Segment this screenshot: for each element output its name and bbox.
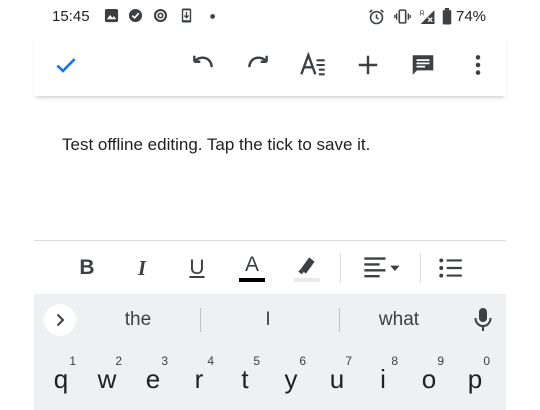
phone-download-icon [179, 8, 195, 24]
key-e[interactable]: 3 e [130, 346, 176, 410]
key-q[interactable]: 1 q [38, 346, 84, 410]
key-u[interactable]: 7 u [314, 346, 360, 410]
align-left-icon[interactable] [362, 253, 402, 283]
underline-button[interactable]: U [182, 253, 212, 283]
check-icon[interactable] [52, 51, 80, 79]
italic-label: I [137, 255, 147, 280]
key-r[interactable]: 4 r [176, 346, 222, 410]
microphone-icon[interactable] [472, 306, 494, 334]
italic-button[interactable]: I [127, 253, 157, 283]
suggestion-word[interactable]: the [93, 309, 183, 331]
suggestion-word[interactable]: what [354, 309, 444, 331]
cast-icon [153, 8, 169, 24]
vibrate-icon [394, 8, 411, 24]
chevron-right-icon [56, 313, 65, 327]
key-letter: t [241, 364, 249, 394]
battery-icon [441, 8, 457, 25]
key-letter: r [194, 364, 204, 394]
suggestion-word[interactable]: I [223, 309, 313, 331]
highlight-swatch [294, 278, 320, 282]
add-icon[interactable] [354, 51, 382, 79]
key-i[interactable]: 8 i [360, 346, 406, 410]
format-bar: B I U A [34, 240, 506, 294]
svg-text:R: R [420, 10, 425, 17]
highlight-icon[interactable] [292, 253, 322, 283]
key-w[interactable]: 2 w [84, 346, 130, 410]
key-letter: o [421, 364, 437, 394]
underline-label: U [189, 256, 205, 279]
format-divider [340, 253, 341, 283]
status-time: 15:45 [52, 8, 90, 25]
bold-button[interactable]: B [72, 253, 102, 283]
key-letter: p [467, 364, 483, 394]
bold-label: B [79, 256, 95, 279]
expand-suggestions-button[interactable] [44, 304, 76, 336]
key-y[interactable]: 6 y [268, 346, 314, 410]
keyboard: 1 q 2 w 3 e 4 r 5 t 6 y 7 u 8 i 9 o 0 p [34, 346, 506, 410]
suggestion-divider [339, 308, 340, 332]
battery-percent: 74% [456, 8, 487, 25]
text-color-label: A [244, 253, 259, 276]
key-letter: e [145, 364, 161, 394]
key-letter: q [53, 364, 69, 394]
document-body-text[interactable]: Test offline editing. Tap the tick to sa… [62, 135, 370, 155]
signal-icon: R [418, 8, 435, 24]
comment-icon[interactable] [409, 51, 437, 79]
text-color-button[interactable]: A [237, 253, 267, 283]
text-color-swatch [239, 278, 265, 282]
image-icon [104, 8, 120, 24]
suggestion-divider [200, 308, 201, 332]
suggestion-strip: the I what [34, 294, 506, 346]
key-o[interactable]: 9 o [406, 346, 452, 410]
redo-icon[interactable] [244, 51, 272, 79]
editor-toolbar [34, 34, 506, 96]
alarm-icon [368, 8, 384, 25]
key-letter: w [97, 364, 117, 394]
check-circle-icon [128, 8, 144, 24]
bulleted-list-icon[interactable] [436, 253, 466, 283]
key-letter: u [329, 364, 345, 394]
key-t[interactable]: 5 t [222, 346, 268, 410]
status-bar: 15:45 R 74% [0, 0, 540, 34]
key-p[interactable]: 0 p [452, 346, 498, 410]
key-letter: y [284, 364, 298, 394]
key-letter: i [380, 364, 386, 394]
undo-icon[interactable] [189, 51, 217, 79]
text-format-icon[interactable] [299, 51, 327, 79]
dot-icon [207, 8, 223, 24]
more-vert-icon[interactable] [464, 51, 492, 79]
format-divider [420, 253, 421, 283]
